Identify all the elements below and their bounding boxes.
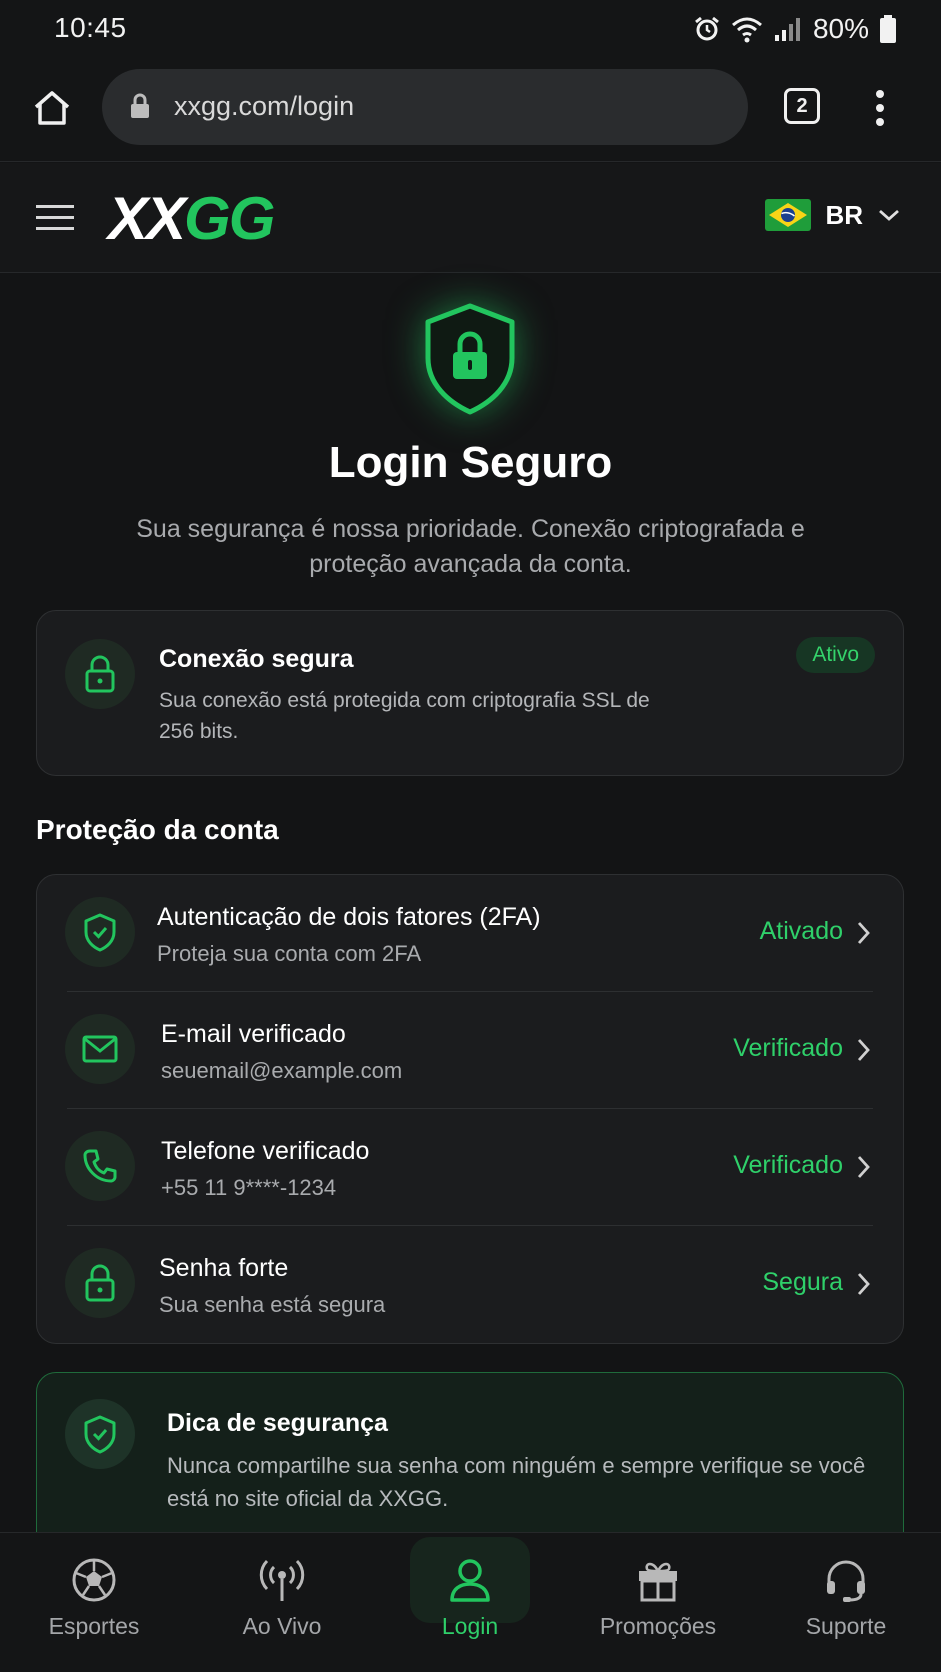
nav-item-promocoes[interactable]: Promoções xyxy=(564,1533,752,1672)
shield-check-icon xyxy=(65,1399,135,1469)
security-tip-card: Dica de segurança Nunca compartilhe sua … xyxy=(36,1372,904,1552)
hamburger-menu-icon[interactable] xyxy=(36,203,74,233)
connection-description: Sua conexão está protegida com criptogra… xyxy=(159,689,650,743)
nav-item-ao-vivo[interactable]: Ao Vivo xyxy=(188,1533,376,1672)
logo-xx: XX xyxy=(108,185,186,252)
protection-item-subtitle: +55 11 9****-1234 xyxy=(161,1175,337,1200)
battery-icon xyxy=(880,15,896,43)
status-icons: 80% xyxy=(693,12,897,46)
brazil-flag-icon xyxy=(765,199,812,231)
nav-label: Promoções xyxy=(599,1613,717,1639)
headset-icon xyxy=(827,1560,865,1602)
protection-item-title: Senha forte xyxy=(159,1254,289,1282)
tip-description: Nunca compartilhe sua senha com ninguém … xyxy=(167,1453,866,1511)
status-bar: 10:45 80% xyxy=(0,0,941,60)
nav-item-esportes[interactable]: Esportes xyxy=(0,1533,188,1672)
broadcast-icon xyxy=(259,1559,305,1601)
chevron-right-icon xyxy=(857,1039,870,1061)
phone-icon xyxy=(65,1131,135,1201)
protection-item-status: Ativado xyxy=(759,917,843,945)
alarm-icon xyxy=(695,16,719,41)
address-bar[interactable]: xxgg.com/login xyxy=(102,69,748,145)
language-code: BR xyxy=(825,199,863,230)
protection-item-status: Segura xyxy=(762,1268,843,1296)
protection-item-subtitle: seuemail@example.com xyxy=(161,1058,403,1083)
page-title: Login Seguro xyxy=(328,438,613,487)
mail-icon xyxy=(65,1014,135,1084)
tip-title: Dica de segurança xyxy=(167,1409,388,1437)
protection-item-status: Verificado xyxy=(733,1034,843,1062)
protection-item-phone[interactable]: Telefone verificado +55 11 9****-1234 Ve… xyxy=(37,1109,903,1226)
nav-label: Ao Vivo xyxy=(242,1613,322,1639)
bottom-navigation: Esportes Ao Vivo Login Promoções Suporte xyxy=(0,1532,941,1672)
chevron-down-icon xyxy=(879,209,899,221)
shield-lock-icon xyxy=(425,303,515,415)
protection-item-title: E-mail verificado xyxy=(161,1020,346,1048)
protection-item-email[interactable]: E-mail verificado seuemail@example.com V… xyxy=(37,992,903,1109)
wifi-icon xyxy=(731,17,762,43)
nav-item-suporte[interactable]: Suporte xyxy=(752,1533,940,1672)
more-options-icon[interactable] xyxy=(868,86,892,130)
lock-icon xyxy=(65,639,135,709)
language-selector[interactable]: BR xyxy=(765,199,901,231)
status-time: 10:45 xyxy=(54,12,127,43)
tabs-button[interactable]: 2 xyxy=(784,88,820,124)
lock-icon xyxy=(65,1248,135,1318)
status-badge: Ativo xyxy=(796,637,875,673)
browser-toolbar: xxgg.com/login 2 xyxy=(0,60,941,162)
nav-label: Suporte xyxy=(805,1613,887,1639)
lock-icon xyxy=(131,93,149,118)
protection-item-title: Autenticação de dois fatores (2FA) xyxy=(157,903,541,931)
protection-item-2fa[interactable]: Autenticação de dois fatores (2FA) Prote… xyxy=(37,875,903,992)
gift-icon xyxy=(639,1562,677,1602)
logo-gg: GG xyxy=(184,185,275,252)
home-icon[interactable] xyxy=(30,86,74,130)
signal-icon xyxy=(774,18,800,41)
protection-item-password[interactable]: Senha forte Sua senha está segura Segura xyxy=(37,1226,903,1343)
protection-item-status: Verificado xyxy=(733,1151,843,1179)
url-text: xxgg.com/login xyxy=(174,91,355,121)
soccer-ball-icon xyxy=(72,1558,116,1602)
secure-connection-card: Conexão segura Sua conexão está protegid… xyxy=(36,610,904,776)
connection-title: Conexão segura xyxy=(159,645,354,673)
chevron-right-icon xyxy=(857,1273,870,1295)
protection-item-title: Telefone verificado xyxy=(161,1137,370,1165)
battery-percent: 80% xyxy=(812,13,869,44)
protection-item-subtitle: Proteja sua conta com 2FA xyxy=(157,941,422,966)
account-protection-list: Autenticação de dois fatores (2FA) Prote… xyxy=(36,874,904,1344)
page: 10:45 80% xxgg.com/login 2 XXGG BR Login… xyxy=(0,0,941,1672)
site-header: XXGG BR xyxy=(0,163,941,273)
site-logo[interactable]: XXGG xyxy=(108,189,275,249)
protection-item-subtitle: Sua senha está segura xyxy=(159,1292,386,1317)
user-icon xyxy=(450,1559,490,1602)
nav-label: Esportes xyxy=(48,1613,140,1639)
page-subtitle: Sua segurança é nossa prioridade. Conexã… xyxy=(136,515,805,578)
section-title: Proteção da conta xyxy=(36,814,279,845)
nav-item-login[interactable]: Login xyxy=(376,1533,564,1672)
nav-label: Login xyxy=(441,1613,499,1639)
shield-check-icon xyxy=(65,897,135,967)
chevron-right-icon xyxy=(857,1156,870,1178)
chevron-right-icon xyxy=(857,922,870,944)
